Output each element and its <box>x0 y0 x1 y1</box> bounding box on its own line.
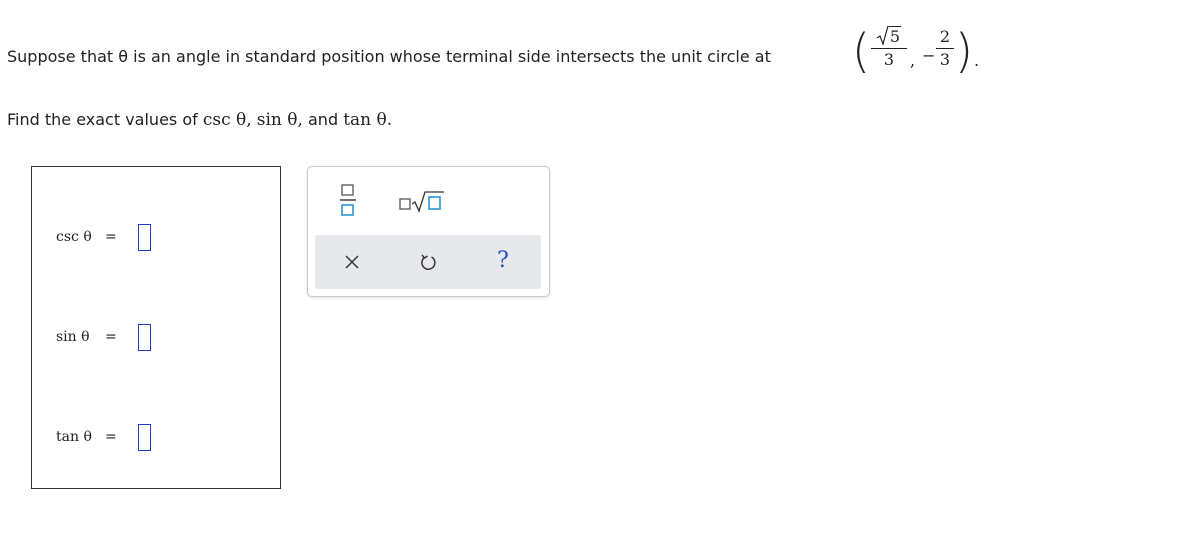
undo-icon[interactable] <box>419 253 437 271</box>
help-icon[interactable]: ? <box>497 248 509 273</box>
find-sin: sin θ, <box>256 110 303 130</box>
y-coordinate-fraction: 2 3 <box>936 26 954 69</box>
tan-answer-input[interactable] <box>138 423 151 451</box>
find-instruction: Find the exact values of csc θ, sin θ, a… <box>7 110 392 130</box>
terminal-point: ( 5 3 , − 2 3 ) . <box>852 22 982 92</box>
left-paren: ( <box>852 24 870 78</box>
find-tan: tan θ. <box>343 110 393 130</box>
find-prefix: Find the exact values of <box>7 110 198 129</box>
x-numerator: 5 <box>888 26 902 46</box>
equals-sign: = <box>105 329 117 345</box>
csc-label: csc θ <box>56 229 92 245</box>
problem-text: Suppose that θ is an angle in standard p… <box>7 47 771 66</box>
y-sign: − <box>922 46 936 65</box>
sin-label: sin θ <box>56 329 90 345</box>
x-denominator: 3 <box>883 50 895 69</box>
equals-sign: = <box>105 429 117 445</box>
palette-actions: ? <box>315 235 541 289</box>
math-palette: ? <box>307 166 550 297</box>
tan-label: tan θ <box>56 429 92 445</box>
find-and: and <box>308 110 339 129</box>
equals-sign: = <box>105 229 117 245</box>
find-csc: csc θ, <box>202 110 252 130</box>
y-numerator: 2 <box>939 27 951 46</box>
problem-statement: Suppose that θ is an angle in standard p… <box>7 47 771 66</box>
fraction-icon[interactable] <box>339 184 357 218</box>
answer-box: csc θ = sin θ = tan θ = <box>31 166 281 489</box>
sin-answer-input[interactable] <box>138 323 151 351</box>
csc-answer-input[interactable] <box>138 223 151 251</box>
problem-period: . <box>974 51 980 70</box>
sqrt-icon[interactable] <box>398 191 446 213</box>
y-denominator: 3 <box>939 50 951 69</box>
x-coordinate-fraction: 5 3 <box>871 25 907 69</box>
right-paren: ) <box>955 24 973 78</box>
clear-icon[interactable] <box>344 254 360 270</box>
coord-comma: , <box>910 51 916 70</box>
sqrt-symbol: 5 <box>876 25 902 46</box>
